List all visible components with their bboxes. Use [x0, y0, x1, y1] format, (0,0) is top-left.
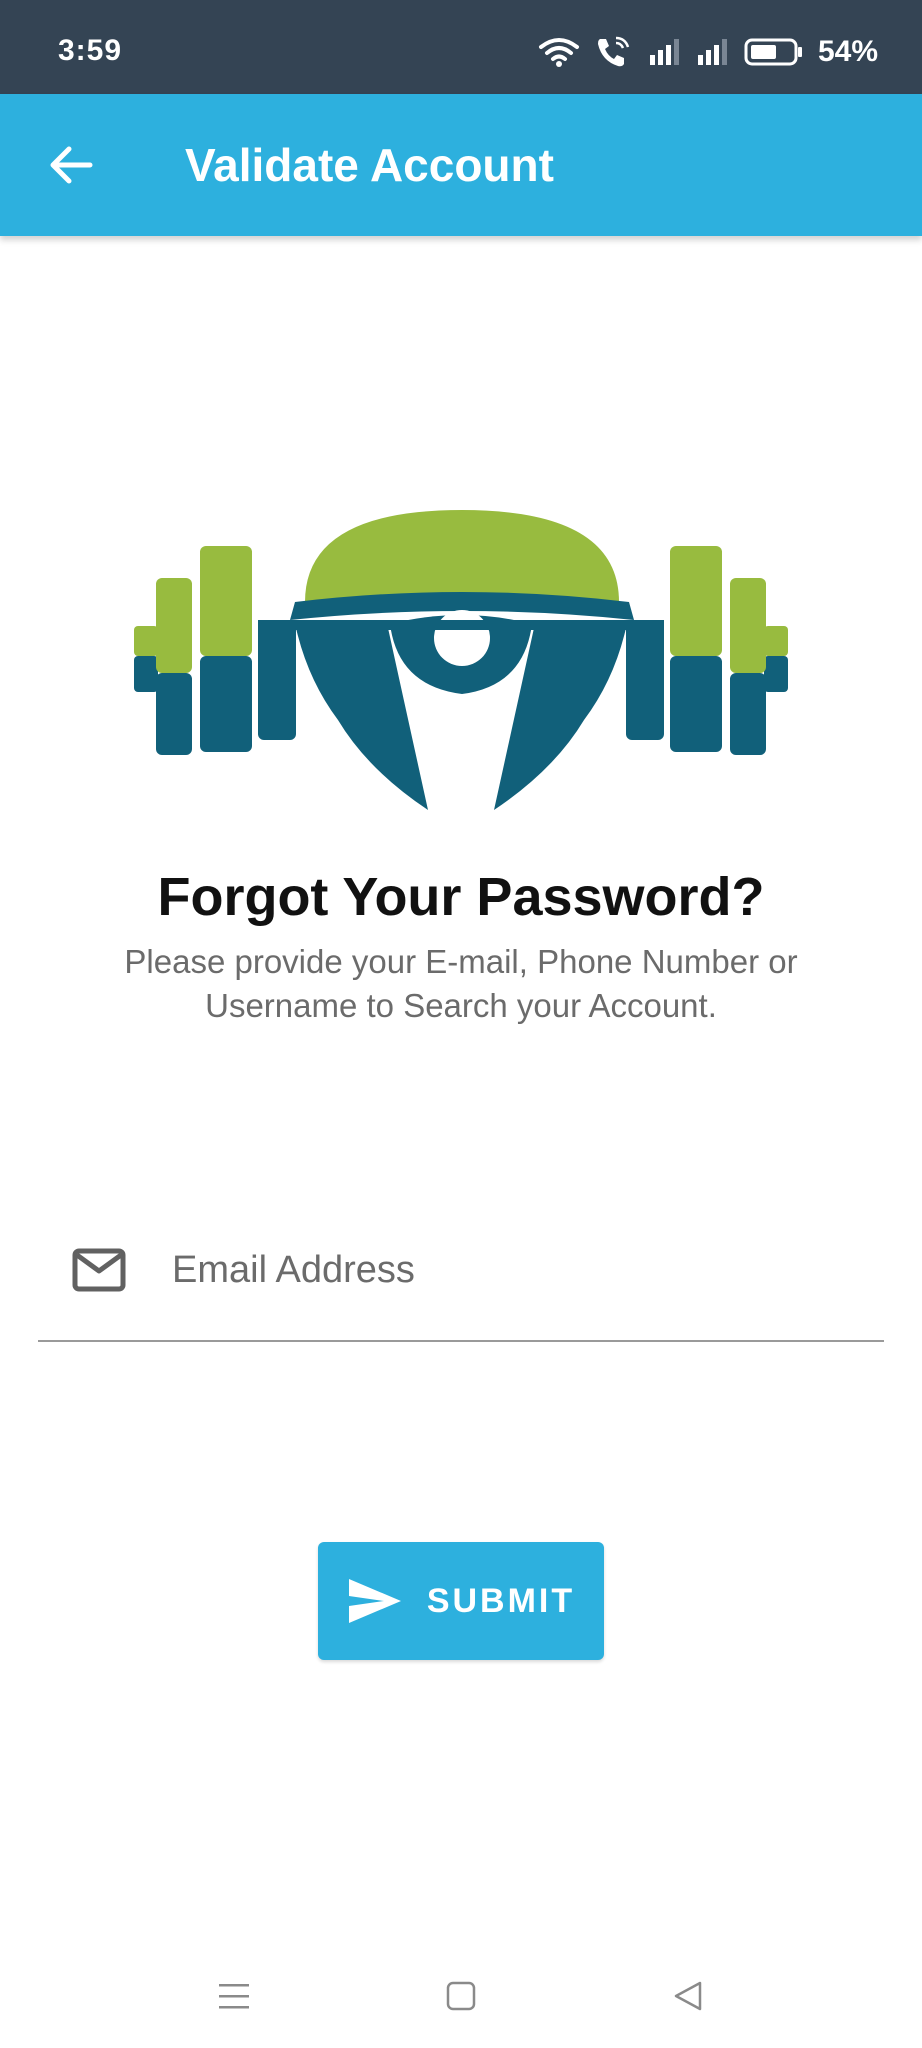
battery-percentage: 54% — [817, 35, 878, 68]
mail-icon — [72, 1248, 126, 1292]
page-title: Validate Account — [185, 139, 554, 191]
system-nav-bar — [0, 1936, 922, 2048]
status-bar: 3:59 54% — [0, 0, 922, 94]
submit-button[interactable]: SUBMIT — [318, 1542, 604, 1660]
fitness-weightlifter-logo — [134, 510, 788, 810]
nav-home-button[interactable] — [431, 1966, 491, 2026]
back-triangle-icon — [674, 1981, 702, 2011]
nav-menu-button[interactable] — [204, 1966, 264, 2026]
signal-2-icon — [697, 39, 727, 65]
wifi-calling-icon — [597, 36, 630, 67]
back-button[interactable] — [40, 134, 102, 196]
submit-label: SUBMIT — [426, 1581, 576, 1620]
status-time: 3:59 — [58, 34, 123, 67]
email-field — [38, 1230, 884, 1342]
battery-icon — [744, 38, 802, 66]
instructions-text: Please provide your E-mail, Phone Number… — [124, 943, 798, 1024]
signal-1-icon — [649, 39, 679, 65]
wifi-icon — [538, 38, 579, 67]
arrow-back-icon — [50, 146, 93, 184]
send-icon — [348, 1579, 401, 1623]
email-input[interactable] — [172, 1230, 872, 1310]
status-icons: 54% — [538, 32, 878, 72]
forgot-password-heading: Forgot Your Password? — [157, 867, 765, 927]
app-bar: Validate Account — [0, 94, 922, 236]
home-square-icon — [446, 1981, 476, 2011]
nav-back-button[interactable] — [658, 1966, 718, 2026]
menu-icon — [219, 1984, 249, 2009]
